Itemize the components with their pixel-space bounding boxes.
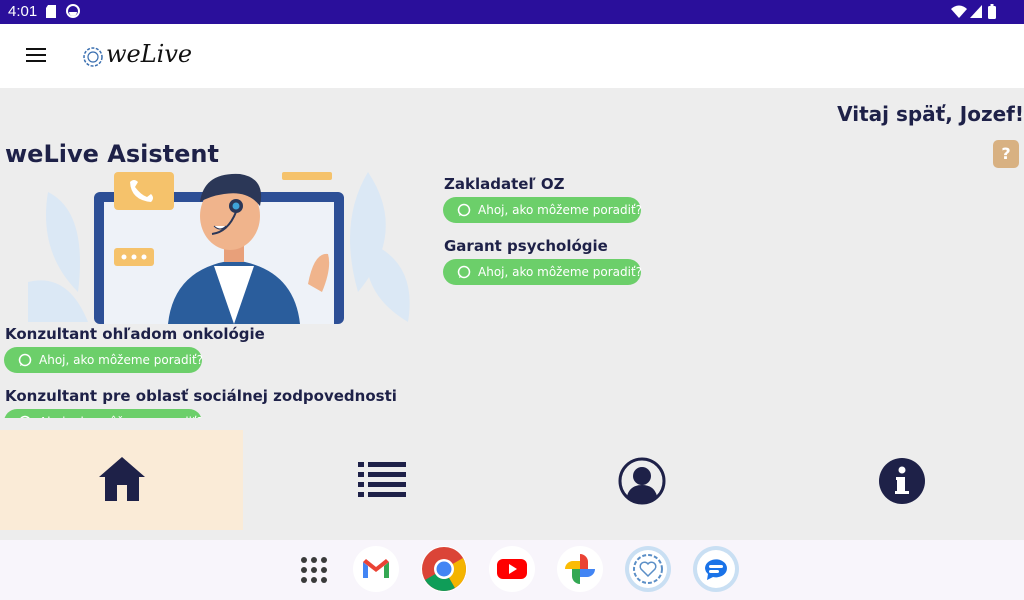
- logo-text: weLive: [106, 40, 193, 68]
- whatsapp-button-onkologia[interactable]: Ahoj, ako môžeme poradiť?: [4, 347, 203, 373]
- photos-icon: [565, 554, 595, 584]
- youtube-icon: [497, 559, 527, 579]
- welive-logo-mark-icon: [83, 47, 103, 67]
- whatsapp-button-psychologia[interactable]: Ahoj, ako môžeme poradiť?: [443, 259, 642, 285]
- youtube-app[interactable]: [489, 546, 535, 592]
- consultant-role-onkologia: Konzultant ohľadom onkológie: [5, 325, 265, 343]
- assistant-illustration: [28, 172, 410, 324]
- nav-tab-profile[interactable]: [590, 430, 694, 530]
- home-icon: [99, 457, 145, 501]
- consultant-role-socialna: Konzultant pre oblasť sociálnej zodpoved…: [5, 387, 397, 405]
- whatsapp-icon: [457, 265, 471, 279]
- gmail-app[interactable]: [353, 546, 399, 592]
- whatsapp-button-zakladatel[interactable]: Ahoj, ako môžeme poradiť?: [443, 197, 642, 223]
- welcome-text: Vitaj späť, Jozef!: [837, 102, 1024, 126]
- messages-app[interactable]: [693, 546, 739, 592]
- status-time: 4:01: [8, 3, 38, 20]
- chrome-app[interactable]: [421, 546, 467, 592]
- welive-logo: weLive: [82, 38, 192, 74]
- nav-tab-info[interactable]: [850, 430, 954, 530]
- help-button[interactable]: ?: [993, 140, 1019, 168]
- consultant-role-psychologia: Garant psychológie: [444, 237, 608, 255]
- info-icon: [879, 458, 925, 504]
- messages-icon: [697, 550, 735, 588]
- battery-icon: [988, 4, 996, 19]
- list-icon: [358, 462, 406, 497]
- welive-app[interactable]: [625, 546, 671, 592]
- main-content[interactable]: Vitaj späť, Jozef! weLive Asistent ? Zak…: [0, 88, 1024, 418]
- menu-icon[interactable]: [26, 48, 46, 62]
- sd-card-icon: [46, 5, 56, 18]
- welive-app-icon: [629, 550, 667, 588]
- signal-icon: [970, 5, 982, 18]
- whatsapp-icon: [18, 353, 32, 367]
- consultant-role-zakladatel: Zakladateľ OZ: [444, 175, 565, 193]
- bottom-navigation: [0, 418, 1024, 540]
- wifi-icon: [951, 5, 967, 18]
- nav-tab-list[interactable]: [330, 430, 434, 530]
- apps-grid-icon[interactable]: [300, 556, 328, 584]
- profile-icon: [618, 457, 666, 505]
- nav-tab-home[interactable]: [0, 430, 243, 530]
- sync-icon: [66, 4, 80, 18]
- photos-app[interactable]: [557, 546, 603, 592]
- gmail-icon: [363, 559, 389, 578]
- page-title: weLive Asistent: [5, 140, 219, 168]
- whatsapp-button-socialna[interactable]: Ahoj, ako môžeme poradiť?: [4, 409, 203, 418]
- whatsapp-icon: [457, 203, 471, 217]
- status-bar: 4:01: [0, 0, 1024, 24]
- chrome-icon: [422, 547, 466, 591]
- app-dock: [0, 540, 1024, 600]
